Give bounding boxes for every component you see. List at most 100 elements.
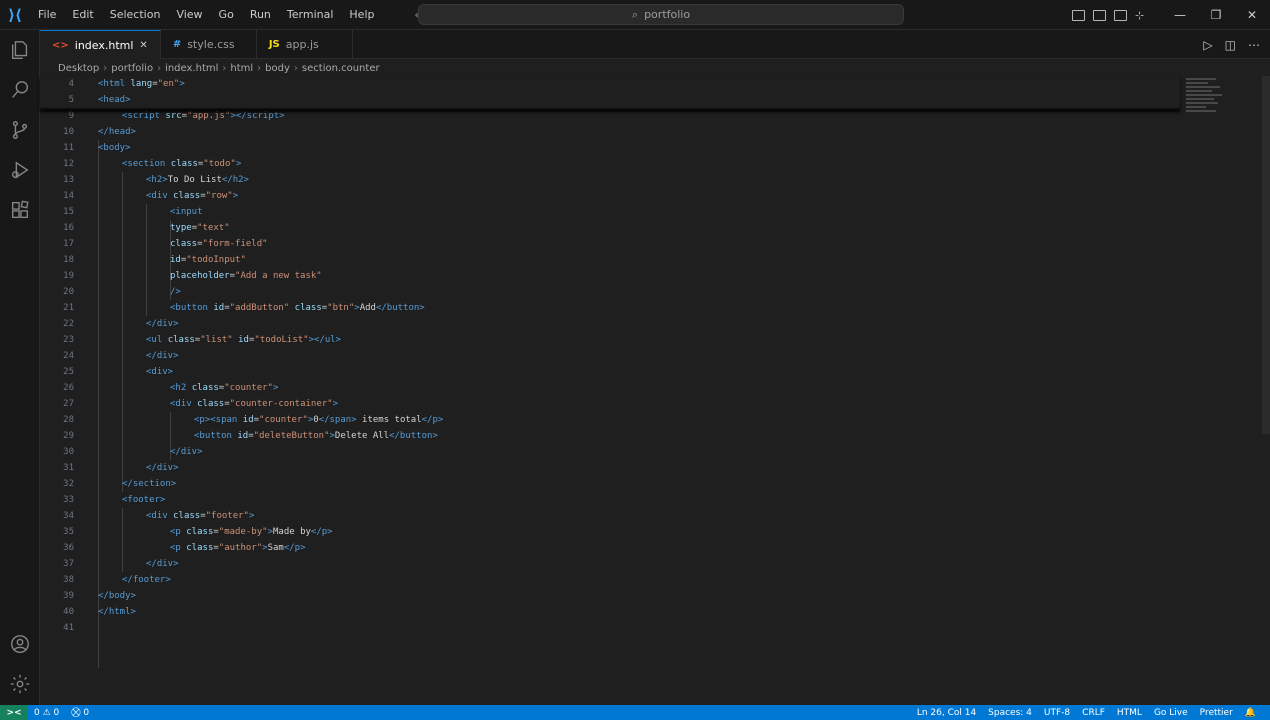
customize-layout-icon[interactable]: ⊹ [1135, 10, 1148, 21]
code-text: <h2 class="counter"> [170, 383, 279, 393]
breadcrumb: Desktop › portfolio › index.html › html › body › s… [58, 60, 380, 76]
code-text: <h2>To Do List</h2> [146, 175, 249, 185]
tab-app-js[interactable]: JS app.js [257, 30, 353, 59]
account-icon[interactable] [8, 632, 32, 656]
split-editor-icon[interactable]: ◫ [1225, 38, 1236, 52]
breadcrumb-separator-icon: › [257, 62, 262, 74]
indent-guide [146, 204, 147, 316]
status-item-html[interactable]: HTML [1111, 708, 1148, 718]
toggle-panel-icon[interactable] [1093, 9, 1106, 21]
settings-gear-icon[interactable] [8, 672, 32, 696]
toggle-primary-sidebar-icon[interactable] [1072, 9, 1085, 21]
breadcrumb-separator-icon: › [222, 62, 227, 74]
menu-item-go[interactable]: Go [211, 0, 242, 30]
menu-item-help[interactable]: Help [341, 0, 382, 30]
code-text: class="form-field" [170, 239, 268, 249]
tab-index-html[interactable]: <> index.html ✕ [40, 30, 161, 59]
line-number: 16 [63, 223, 74, 233]
line-number: 31 [63, 463, 74, 473]
breadcrumb-item[interactable]: index.html [165, 63, 218, 74]
line-number: 36 [63, 543, 74, 553]
tab-label: app.js [285, 38, 319, 51]
line-number: 9 [68, 111, 74, 121]
notifications-bell-icon[interactable]: 🔔 [1239, 708, 1262, 718]
search-sidebar-icon[interactable] [8, 78, 32, 102]
explorer-icon[interactable] [8, 38, 32, 62]
code-text: <script src="app.js"></script> [122, 111, 285, 121]
status-item-crlf[interactable]: CRLF [1076, 708, 1111, 718]
more-actions-icon[interactable]: ⋯ [1248, 38, 1260, 52]
breadcrumb-separator-icon: › [157, 62, 162, 74]
indent-guide [122, 508, 123, 572]
close-tab-icon[interactable]: ✕ [139, 40, 147, 51]
remote-indicator[interactable]: >< [0, 705, 28, 720]
problems-status[interactable]: 0 ⚠ 0 [28, 708, 65, 718]
command-center[interactable]: ⌕ portfolio [418, 4, 904, 25]
status-item-prettier[interactable]: Prettier [1194, 708, 1239, 718]
code-text: <div class="counter-container"> [170, 399, 338, 409]
minimize-button[interactable]: — [1162, 0, 1198, 30]
status-item-spaces-4[interactable]: Spaces: 4 [982, 708, 1038, 718]
code-text: </section> [122, 479, 177, 489]
title-bar: ⟩⟨ File Edit Selection View Go Run Terminal Hel… [0, 0, 1270, 30]
menu-item-terminal[interactable]: Terminal [279, 0, 342, 30]
breadcrumb-item[interactable]: body [265, 63, 290, 74]
command-center-label: portfolio [644, 8, 691, 21]
code-text: </div> [146, 559, 179, 569]
line-number: 23 [63, 335, 74, 345]
breadcrumb-item[interactable]: portfolio [111, 63, 153, 74]
code-text: <html lang="en"> [98, 79, 185, 89]
code-text: </html> [98, 607, 136, 617]
status-item-ln-26-col-14[interactable]: Ln 26, Col 14 [911, 708, 982, 718]
code-text: <div class="row"> [146, 191, 239, 201]
run-file-icon[interactable]: ▷ [1203, 38, 1212, 52]
breadcrumb-item[interactable]: Desktop [58, 63, 99, 74]
status-item-go-live[interactable]: Go Live [1148, 708, 1194, 718]
menu-item-file[interactable]: File [30, 0, 64, 30]
line-number: 12 [63, 159, 74, 169]
source-control-icon[interactable] [8, 118, 32, 142]
extensions-icon[interactable] [8, 198, 32, 222]
tab-actions: ▷ ◫ ⋯ [1203, 30, 1260, 59]
breadcrumb-item[interactable]: section.counter [302, 63, 380, 74]
tab-style-css[interactable]: # style.css [161, 30, 257, 59]
run-debug-icon[interactable] [8, 158, 32, 182]
code-text: placeholder="Add a new task" [170, 271, 322, 281]
tab-label: index.html [74, 38, 134, 52]
toggle-secondary-sidebar-icon[interactable] [1114, 9, 1127, 21]
restore-button[interactable]: ❐ [1198, 0, 1234, 30]
code-text: <ul class="list" id="todoList"></ul> [146, 335, 342, 345]
line-number: 29 [63, 431, 74, 441]
search-icon: ⌕ [631, 7, 639, 21]
code-text: <section class="todo"> [122, 159, 242, 169]
js-icon: JS [268, 39, 280, 50]
title-controls: ⊹ — ❐ ✕ [1072, 0, 1270, 30]
line-number: 39 [63, 591, 74, 601]
editor-tabs: <> index.html ✕ # style.css JS app.js ▷ … [40, 30, 1270, 59]
line-number: 14 [63, 191, 74, 201]
html-icon: <> [52, 39, 69, 51]
minimap[interactable] [1186, 78, 1234, 134]
breadcrumb-item[interactable]: html [230, 63, 253, 74]
ports-status[interactable]: ⛒ 0 [65, 708, 95, 718]
close-window-button[interactable]: ✕ [1234, 0, 1270, 30]
tab-label: style.css [187, 38, 235, 51]
status-item-utf-8[interactable]: UTF-8 [1038, 708, 1076, 718]
code-text: <p><span id="counter">0</span> items tot… [194, 415, 444, 425]
code-text: <button id="deleteButton">Delete All</bu… [194, 431, 438, 441]
line-number: 33 [63, 495, 74, 505]
line-number: 26 [63, 383, 74, 393]
vertical-scrollbar[interactable] [1262, 76, 1270, 434]
code-text: <button id="addButton" class="btn">Add</… [170, 303, 425, 313]
vscode-logo-icon: ⟩⟨ [8, 5, 22, 24]
menu-item-selection[interactable]: Selection [102, 0, 169, 30]
menu-item-run[interactable]: Run [242, 0, 279, 30]
menu-item-view[interactable]: View [168, 0, 210, 30]
code-text: <body> [98, 143, 131, 153]
line-number: 37 [63, 559, 74, 569]
menu-bar: File Edit Selection View Go Run Terminal Help [30, 0, 382, 30]
code-text: </div> [146, 351, 179, 361]
sticky-scroll-header[interactable]: 4 <html lang="en"> 5 <head> [40, 76, 1180, 110]
menu-item-edit[interactable]: Edit [64, 0, 101, 30]
code-editor[interactable]: 4 <html lang="en"> 5 <head> 9 <script src="ap… [40, 76, 1262, 705]
